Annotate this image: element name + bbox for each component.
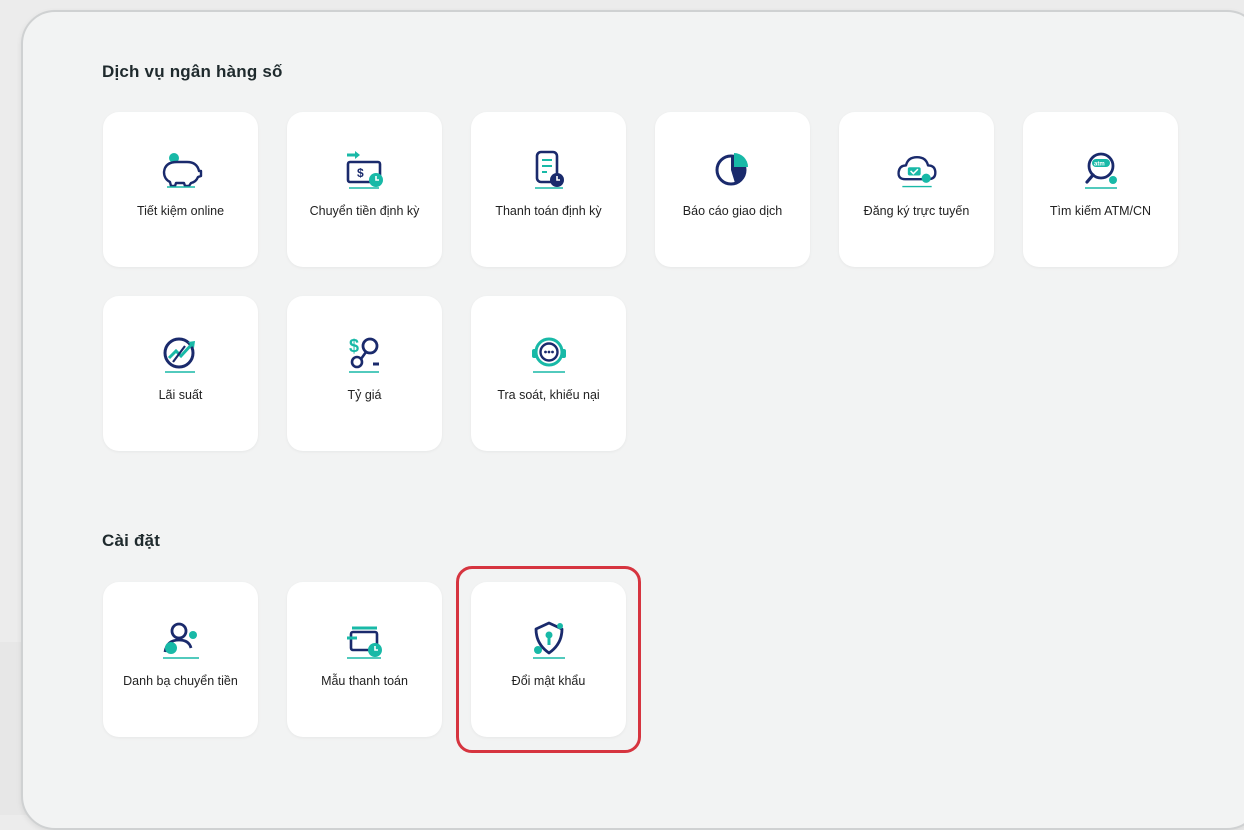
tile-recurring-payment[interactable]: Thanh toán định kỳ [471,112,626,267]
tile-label: Mẫu thanh toán [321,674,408,688]
tile-savings-online[interactable]: Tiết kiệm online [103,112,258,267]
settings-grid: Danh bạ chuyển tiền Mẫu thanh toán Đổi m… [103,582,1178,737]
contacts-icon [159,618,203,662]
shield-key-icon [527,618,571,662]
tile-label: Danh bạ chuyển tiền [123,674,238,688]
exchange-rate-icon: $ [343,332,387,376]
cloud-register-icon [895,148,939,192]
tile-transaction-report[interactable]: Báo cáo giao dịch [655,112,810,267]
piggy-bank-icon [159,148,203,192]
payment-template-icon [343,618,387,662]
interest-rate-icon [159,332,203,376]
tile-label: Thanh toán định kỳ [495,204,602,218]
tile-label: Lãi suất [158,388,203,402]
support-chat-icon [527,332,571,376]
recurring-bill-icon [527,148,571,192]
tile-transfer-contacts[interactable]: Danh bạ chuyển tiền [103,582,258,737]
tile-label: Chuyển tiền định kỳ [309,204,420,218]
tile-label: Báo cáo giao dịch [682,204,783,218]
atm-search-icon: atm [1079,148,1123,192]
tile-interest-rate[interactable]: Lãi suất [103,296,258,451]
svg-text:$: $ [357,166,364,180]
tile-label: Tìm kiếm ATM/CN [1049,204,1152,218]
tile-label: Đổi mật khẩu [511,674,586,688]
tile-exchange-rate[interactable]: $ Tỷ giá [287,296,442,451]
section-title-settings: Cài đặt [102,531,161,550]
svg-text:atm: atm [1094,162,1105,168]
tile-label: Đăng ký trực tuyến [863,204,970,218]
tile-label: Tỷ giá [347,388,382,402]
tile-payment-template[interactable]: Mẫu thanh toán [287,582,442,737]
digital-banking-grid: Tiết kiệm online $ Chuyển tiền định kỳ T… [103,112,1178,451]
tile-label: Tiết kiệm online [136,204,225,218]
tile-change-password[interactable]: Đổi mật khẩu [471,582,626,737]
section-title-digital-banking: Dịch vụ ngân hàng số [102,62,283,81]
svg-text:$: $ [349,336,359,356]
pie-chart-icon [711,148,755,192]
tile-online-registration[interactable]: Đăng ký trực tuyến [839,112,994,267]
tile-atm-search[interactable]: atm Tìm kiếm ATM/CN [1023,112,1178,267]
page-background: Dịch vụ ngân hàng số Tiết kiệm online $ [0,0,1244,830]
tile-inquiry-complaint[interactable]: Tra soát, khiếu nại [471,296,626,451]
tile-label: Tra soát, khiếu nại [497,388,600,402]
tile-recurring-transfer[interactable]: $ Chuyển tiền định kỳ [287,112,442,267]
money-transfer-icon: $ [343,148,387,192]
